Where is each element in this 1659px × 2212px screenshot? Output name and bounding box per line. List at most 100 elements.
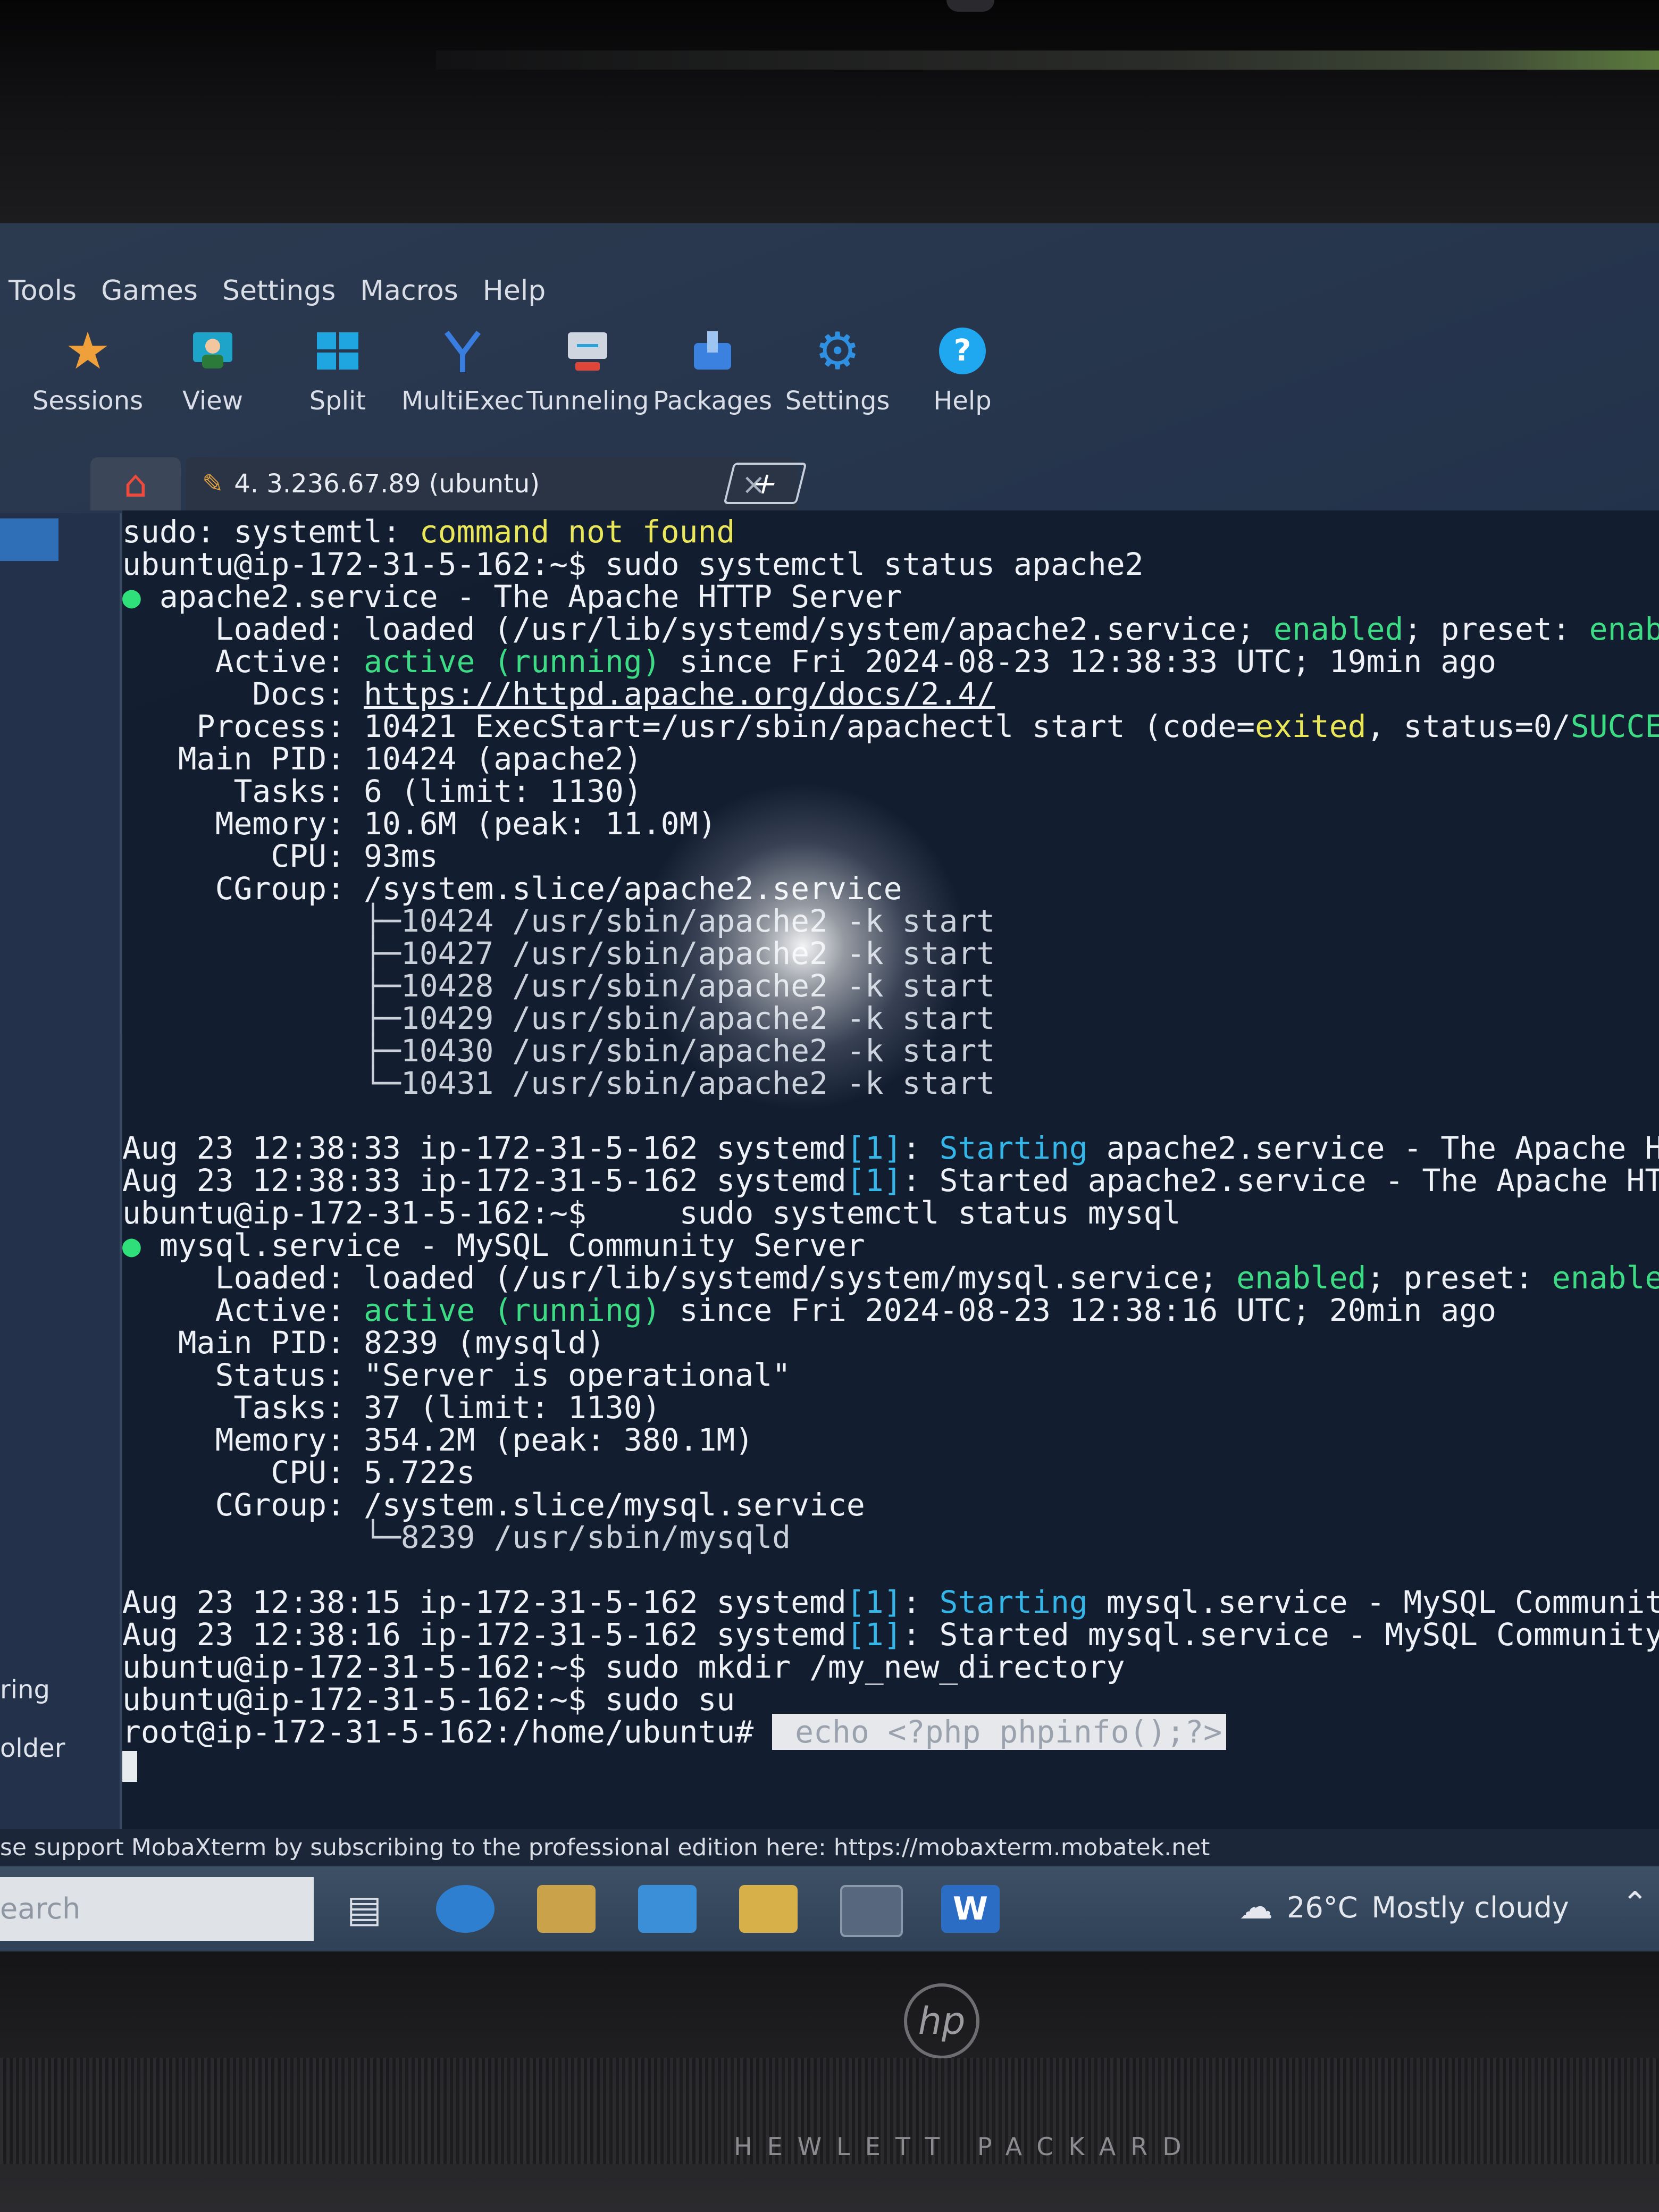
terminal-line: Active: active (running) since Fri 2024-…: [122, 643, 1497, 680]
home-tab[interactable]: ⌂: [90, 457, 181, 510]
screen: Tools Games Settings Macros Help ★ Sessi…: [0, 223, 1659, 1951]
help-button[interactable]: ? Help: [901, 319, 1024, 416]
left-sidebar: ring older: [0, 513, 122, 1951]
terminal-line: CGroup: /system.slice/apache2.service: [122, 870, 902, 907]
view-icon: [152, 319, 274, 383]
terminal-line: CPU: 93ms: [122, 838, 438, 874]
toolbar: ★ Sessions View Split MultiExec Tunnelin…: [0, 319, 1063, 441]
terminal-line: CPU: 5.722s: [122, 1454, 475, 1490]
terminal-line: Tasks: 6 (limit: 1130): [122, 773, 642, 809]
help-icon: ?: [901, 319, 1024, 383]
mobaxterm-icon[interactable]: [840, 1885, 903, 1937]
terminal-line: Loaded: loaded (/usr/lib/systemd/system/…: [122, 1260, 1659, 1296]
terminal-line: Aug 23 12:38:33 ip-172-31-5-162 systemd[…: [122, 1130, 1659, 1166]
terminal-line: ● mysql.service - MySQL Community Server: [122, 1227, 865, 1263]
terminal-line: ├─10428 /usr/sbin/apache2 -k start: [122, 968, 995, 1004]
terminal-line: ubuntu@ip-172-31-5-162:~$ sudo mkdir /my…: [122, 1649, 1125, 1685]
status-dot-icon: ●: [122, 1227, 141, 1263]
edge-icon[interactable]: [436, 1885, 495, 1933]
terminal-line: ├─10427 /usr/sbin/apache2 -k start: [122, 935, 995, 971]
weather-text: Mostly cloudy: [1371, 1890, 1569, 1924]
sidebar-label-1[interactable]: ring: [0, 1675, 50, 1705]
terminal-line: Process: 10421 ExecStart=/usr/sbin/apach…: [122, 708, 1659, 744]
menu-settings[interactable]: Settings: [214, 272, 351, 309]
hp-logo: hp: [904, 1983, 979, 2059]
laptop-bezel-top: [0, 0, 1659, 223]
gear-icon: ⚙: [814, 321, 861, 381]
taskbar-search-input[interactable]: earch: [0, 1877, 314, 1941]
multiexec-icon: [401, 319, 524, 383]
menu-tools[interactable]: Tools: [0, 272, 93, 309]
terminal-line: ├─10424 /usr/sbin/apache2 -k start: [122, 903, 995, 939]
terminal-line: Tasks: 37 (limit: 1130): [122, 1389, 661, 1426]
bezel-strip: [436, 51, 1659, 70]
session-tab[interactable]: ✎ 4. 3.236.67.89 (ubuntu) ×: [186, 457, 798, 510]
temperature: 26°C: [1287, 1890, 1358, 1924]
packages-icon: [651, 319, 774, 383]
store-icon[interactable]: [537, 1885, 596, 1933]
folder-icon[interactable]: [739, 1885, 798, 1933]
laptop-bezel-bottom: hp HEWLETT PACKARD: [0, 1951, 1659, 2212]
menu-macros[interactable]: Macros: [351, 272, 474, 309]
terminal-line: ubuntu@ip-172-31-5-162:~$ sudo systemctl…: [122, 546, 1144, 582]
status-bar[interactable]: se support MobaXterm by subscribing to t…: [0, 1829, 1659, 1866]
svg-text:?: ?: [954, 333, 971, 368]
status-dot-icon: ●: [122, 579, 141, 615]
terminal-cursor: [122, 1750, 137, 1782]
chevron-up-icon[interactable]: ⌃: [1622, 1885, 1648, 1922]
terminal-line: └─8239 /usr/sbin/mysqld: [122, 1519, 791, 1555]
star-icon: ★: [64, 321, 111, 381]
split-icon: [276, 319, 399, 383]
tunneling-button[interactable]: Tunneling: [526, 319, 649, 416]
terminal-cursor-line: [122, 1748, 1659, 1782]
mail-icon[interactable]: [638, 1885, 697, 1933]
settings-button[interactable]: ⚙ Settings: [776, 319, 899, 416]
webcam: [946, 0, 994, 12]
terminal-line: Memory: 10.6M (peak: 11.0M): [122, 806, 717, 842]
task-view-icon[interactable]: ▤: [335, 1885, 393, 1933]
taskbar: earch ▤ W ☁ 26°C Mostly cloudy ⌃: [0, 1866, 1659, 1951]
new-tab-button[interactable]: +: [723, 463, 807, 504]
weather-widget[interactable]: ☁ 26°C Mostly cloudy: [1239, 1888, 1569, 1927]
cloud-icon: ☁: [1239, 1888, 1273, 1927]
view-button[interactable]: View: [152, 319, 274, 416]
brand-label: HEWLETT PACKARD: [734, 2132, 1196, 2161]
terminal-prompt-line: root@ip-172-31-5-162:/home/ubuntu# echo …: [122, 1714, 1659, 1750]
word-icon[interactable]: W: [941, 1885, 1000, 1933]
terminal-line: CGroup: /system.slice/mysql.service: [122, 1487, 865, 1523]
terminal-line: ubuntu@ip-172-31-5-162:~$ sudo su: [122, 1681, 735, 1717]
sessions-button[interactable]: ★ Sessions: [27, 319, 149, 416]
menubar: Tools Games Settings Macros Help: [0, 272, 562, 309]
terminal-line: Status: "Server is operational": [122, 1357, 791, 1393]
terminal-line: Memory: 354.2M (peak: 380.1M): [122, 1422, 754, 1458]
terminal-icon: ✎: [202, 469, 224, 499]
terminal-line: ● apache2.service - The Apache HTTP Serv…: [122, 579, 902, 615]
docs-link[interactable]: https://httpd.apache.org/docs/2.4/: [364, 676, 995, 712]
tab-bar: ⌂ ✎ 4. 3.236.67.89 (ubuntu) × +: [80, 452, 824, 510]
menu-help[interactable]: Help: [474, 272, 562, 309]
terminal-line: ├─10429 /usr/sbin/apache2 -k start: [122, 1000, 995, 1036]
terminal-line: Active: active (running) since Fri 2024-…: [122, 1292, 1497, 1328]
packages-button[interactable]: Packages: [651, 319, 774, 416]
split-button[interactable]: Split: [276, 319, 399, 416]
terminal-line: Aug 23 12:38:16 ip-172-31-5-162 systemd[…: [122, 1616, 1659, 1653]
sidebar-toggle-button[interactable]: [0, 518, 58, 561]
menu-games[interactable]: Games: [93, 272, 214, 309]
terminal[interactable]: sudo: systemtl: command not found ubuntu…: [122, 510, 1659, 1941]
terminal-line: Loaded: loaded (/usr/lib/systemd/system/…: [122, 611, 1659, 647]
selected-text[interactable]: echo <?php phpinfo();?>: [772, 1714, 1227, 1750]
sidebar-label-2[interactable]: older: [0, 1733, 65, 1763]
terminal-line: └─10431 /usr/sbin/apache2 -k start: [122, 1065, 995, 1101]
terminal-line: Aug 23 12:38:15 ip-172-31-5-162 systemd[…: [122, 1584, 1659, 1620]
terminal-line: Docs: https://httpd.apache.org/docs/2.4/: [122, 676, 995, 712]
terminal-line: Main PID: 10424 (apache2): [122, 741, 642, 777]
multiexec-button[interactable]: MultiExec: [401, 319, 524, 416]
terminal-line: Aug 23 12:38:33 ip-172-31-5-162 systemd[…: [122, 1162, 1659, 1199]
terminal-line: sudo: systemtl: command not found: [122, 514, 735, 550]
terminal-line: Main PID: 8239 (mysqld): [122, 1325, 605, 1361]
home-icon: ⌂: [123, 462, 148, 506]
session-tab-label: 4. 3.236.67.89 (ubuntu): [234, 469, 540, 499]
terminal-line: ubuntu@ip-172-31-5-162:~$ sudo systemctl…: [122, 1195, 1181, 1231]
